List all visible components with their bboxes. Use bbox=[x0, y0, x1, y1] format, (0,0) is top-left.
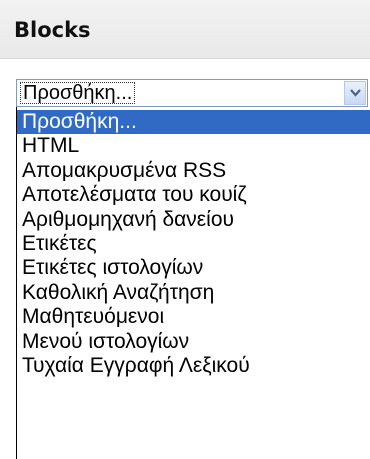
blocks-header: Blocks bbox=[0, 0, 370, 59]
option-tags[interactable]: Ετικέτες bbox=[17, 232, 370, 256]
blocks-title: Blocks bbox=[14, 18, 91, 42]
add-block-select[interactable]: Προσθήκη... bbox=[16, 79, 368, 107]
select-value-text: Προσθήκη... bbox=[20, 82, 136, 104]
blocks-panel: Blocks Προσθήκη... Προσθήκη... HTML Απομ… bbox=[0, 0, 370, 459]
add-block-dropdown-list: Προσθήκη... HTML Απομακρυσμένα RSS Αποτε… bbox=[16, 107, 370, 459]
option-global-search[interactable]: Καθολική Αναζήτηση bbox=[17, 281, 370, 305]
select-current-value: Προσθήκη... bbox=[20, 82, 341, 104]
option-html[interactable]: HTML bbox=[17, 134, 370, 158]
option-add[interactable]: Προσθήκη... bbox=[17, 110, 370, 135]
option-blog-tags[interactable]: Ετικέτες ιστολογίων bbox=[17, 256, 370, 280]
option-remote-rss[interactable]: Απομακρυσμένα RSS bbox=[17, 159, 370, 183]
option-random-glossary-entry[interactable]: Τυχαία Εγγραφή Λεξικού bbox=[17, 354, 370, 378]
option-quiz-results[interactable]: Αποτελέσματα του κουίζ bbox=[17, 183, 370, 207]
dropdown-arrow-button[interactable] bbox=[344, 81, 366, 105]
option-mentees[interactable]: Μαθητευόμενοι bbox=[17, 305, 370, 329]
chevron-down-icon bbox=[350, 89, 361, 97]
option-loan-calculator[interactable]: Αριθμομηχανή δανείου bbox=[17, 208, 370, 232]
option-blog-menu[interactable]: Μενού ιστολογίων bbox=[17, 330, 370, 354]
